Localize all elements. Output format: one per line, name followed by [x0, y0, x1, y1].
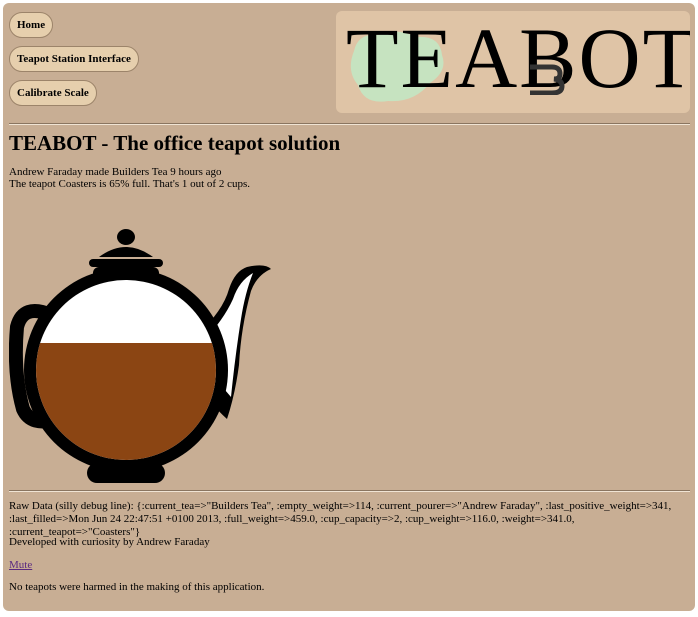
bottom-divider	[9, 490, 690, 492]
teapot-lid-dome	[99, 247, 153, 257]
calibrate-scale-button[interactable]: Calibrate Scale	[9, 80, 97, 106]
logo-text: TEABOT	[346, 11, 690, 106]
disclaimer-text: No teapots were harmed in the making of …	[9, 581, 265, 593]
teapot-lid-rim	[89, 259, 163, 267]
mute-link[interactable]: Mute	[9, 559, 32, 571]
raw-data-debug-line: Raw Data (silly debug line): {:current_t…	[9, 500, 672, 538]
teapot-base	[87, 463, 165, 483]
last-made-status: Andrew Faraday made Builders Tea 9 hours…	[9, 166, 222, 178]
page-title: TEABOT - The office teapot solution	[9, 131, 341, 155]
page-container: Home Teapot Station Interface Calibrate …	[3, 3, 695, 611]
logo-b-mark-icon	[530, 64, 565, 95]
fullness-status: The teapot Coasters is 65% full. That's …	[9, 178, 250, 190]
teapot-lid-knob	[117, 229, 135, 245]
teapot-station-button[interactable]: Teapot Station Interface	[9, 46, 139, 72]
home-button[interactable]: Home	[9, 12, 54, 38]
developer-credit: Developed with curiosity by Andrew Farad…	[9, 536, 210, 548]
teabot-logo: TEABOT	[336, 11, 690, 113]
teapot-graphic	[9, 229, 271, 483]
top-divider	[9, 123, 690, 125]
